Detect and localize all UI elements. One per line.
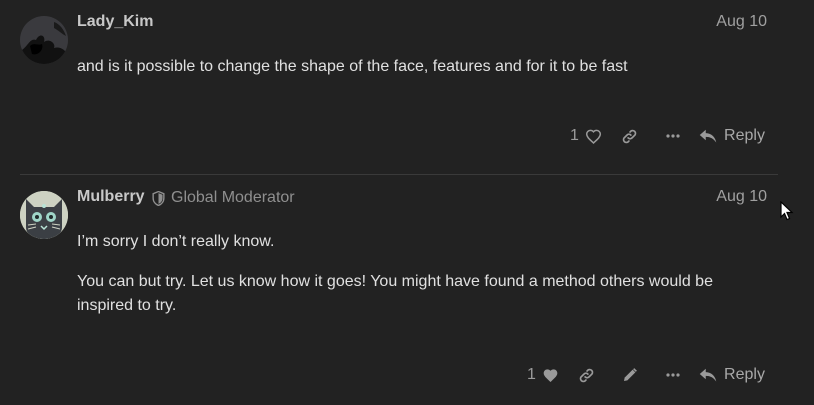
post-body: and is it possible to change the shape o…	[77, 55, 628, 95]
ellipsis-icon	[665, 134, 680, 138]
post-paragraph: I’m sorry I don’t really know.	[77, 233, 275, 250]
reply-label: Reply	[724, 127, 765, 144]
post-lady-kim: Lady_Kim Aug 10 and is it possible to ch…	[0, 0, 780, 174]
heart-icon	[543, 368, 558, 382]
reply-button[interactable]: Reply	[696, 120, 768, 152]
edit-post-button[interactable]	[608, 359, 651, 391]
mouse-cursor-icon	[780, 201, 794, 221]
copy-link-button[interactable]	[565, 359, 608, 391]
post-paragraph: and is it possible to change the shape o…	[77, 58, 628, 75]
more-actions-button[interactable]	[651, 359, 694, 391]
heart-icon	[585, 129, 602, 144]
link-icon	[579, 368, 594, 382]
like-count: 1	[570, 127, 579, 144]
reply-label: Reply	[724, 366, 765, 383]
avatar[interactable]	[20, 16, 68, 64]
post-actions: 1 Reply	[521, 359, 768, 391]
post-body: I’m sorry I don’t really know. You can b…	[77, 230, 737, 334]
link-icon	[622, 129, 637, 143]
pencil-icon	[623, 368, 637, 381]
post-author[interactable]: Lady_Kim	[77, 13, 153, 31]
shield-icon	[152, 190, 165, 206]
post-date[interactable]: Aug 10	[716, 188, 767, 206]
reply-arrow-icon	[699, 368, 717, 381]
like-count: 1	[527, 366, 536, 383]
avatar[interactable]	[20, 191, 68, 239]
user-title-label: Global Moderator	[171, 189, 295, 206]
more-actions-button[interactable]	[651, 120, 694, 152]
copy-link-button[interactable]	[608, 120, 651, 152]
post-author[interactable]: Mulberry	[77, 188, 145, 206]
avatar-image	[20, 16, 68, 64]
post-date[interactable]: Aug 10	[716, 13, 767, 31]
like-button[interactable]: 1	[521, 359, 565, 391]
reply-arrow-icon	[699, 129, 717, 142]
post-actions: 1 Reply	[564, 120, 768, 152]
post-mulberry: Mulberry Global Moderator Aug 10 I’m sor…	[0, 175, 780, 405]
like-button[interactable]: 1	[564, 120, 608, 152]
reply-button[interactable]: Reply	[696, 359, 768, 391]
avatar-image	[20, 191, 68, 239]
user-title: Global Moderator	[152, 189, 295, 207]
ellipsis-icon	[665, 373, 680, 377]
post-paragraph: You can but try. Let us know how it goes…	[77, 273, 713, 314]
